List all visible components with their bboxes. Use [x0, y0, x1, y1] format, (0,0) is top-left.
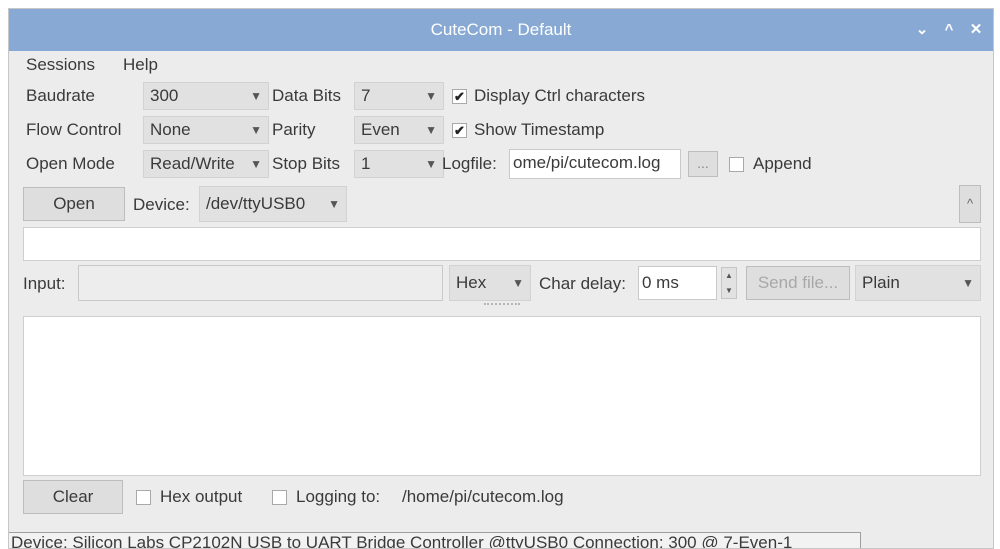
chevron-down-icon: ▼ [250, 89, 262, 103]
collapse-settings-button[interactable]: ^ [959, 185, 981, 223]
stop-bits-label: Stop Bits [272, 154, 341, 173]
chevron-down-icon: ▼ [250, 157, 262, 171]
device-value: /dev/ttyUSB0 [206, 194, 306, 213]
append-checkbox[interactable] [729, 157, 744, 172]
open-mode-select[interactable]: Read/Write ▼ [143, 150, 269, 178]
logfile-input[interactable]: ome/pi/cutecom.log [509, 149, 681, 179]
protocol-select[interactable]: Plain ▼ [855, 265, 981, 301]
clear-button[interactable]: Clear [23, 480, 123, 514]
maximize-icon[interactable]: ^ [938, 9, 960, 51]
splitter-handle[interactable] [484, 303, 520, 309]
logging-label: Logging to: [296, 487, 381, 506]
menu-help[interactable]: Help [123, 54, 158, 76]
device-select[interactable]: /dev/ttyUSB0 ▼ [199, 186, 347, 222]
chevron-down-icon: ▼ [962, 276, 974, 290]
open-button[interactable]: Open [23, 187, 125, 221]
device-label: Device: [133, 195, 190, 214]
baudrate-value: 300 [150, 86, 179, 105]
chevron-down-icon: ▼ [425, 89, 437, 103]
chevron-down-icon: ▼ [328, 197, 340, 211]
display-ctrl-checkbox[interactable]: ✔ [452, 89, 467, 104]
char-delay-label: Char delay: [539, 274, 626, 293]
send-file-button[interactable]: Send file... [746, 266, 850, 300]
output-area[interactable] [23, 316, 981, 476]
stop-bits-value: 1 [361, 154, 371, 173]
chevron-down-icon: ▼ [425, 123, 437, 137]
window-title: CuteCom - Default [430, 20, 572, 39]
chevron-down-icon: ▼ [512, 276, 524, 290]
menu-bar: Sessions Help [9, 51, 993, 79]
display-ctrl-label: Display Ctrl characters [474, 86, 645, 105]
parity-label: Parity [272, 120, 316, 139]
open-mode-label: Open Mode [26, 154, 115, 173]
data-bits-select[interactable]: 7 ▼ [354, 82, 444, 110]
logfile-label: Logfile: [442, 154, 497, 173]
input-field[interactable] [78, 265, 443, 301]
char-delay-input[interactable]: 0 ms [638, 266, 717, 300]
chevron-down-icon: ▼ [425, 157, 437, 171]
protocol-value: Plain [862, 273, 900, 292]
data-bits-label: Data Bits [272, 86, 341, 105]
spin-down-icon[interactable]: ▼ [722, 283, 736, 298]
stop-bits-select[interactable]: 1 ▼ [354, 150, 444, 178]
flow-control-select[interactable]: None ▼ [143, 116, 269, 144]
input-format-select[interactable]: Hex ▼ [449, 265, 531, 301]
menu-sessions[interactable]: Sessions [26, 54, 95, 76]
hex-output-label: Hex output [160, 487, 243, 506]
flow-control-label: Flow Control [26, 120, 122, 139]
hex-output-checkbox[interactable] [136, 490, 151, 505]
parity-value: Even [361, 120, 400, 139]
spin-up-icon[interactable]: ▲ [722, 268, 736, 283]
parity-select[interactable]: Even ▼ [354, 116, 444, 144]
status-bar: Device: Silicon Labs CP2102N USB to UART… [9, 532, 861, 548]
char-delay-spinner[interactable]: ▲ ▼ [721, 267, 737, 299]
input-format-value: Hex [456, 273, 487, 292]
baudrate-select[interactable]: 300 ▼ [143, 82, 269, 110]
input-label: Input: [23, 274, 66, 293]
minimize-icon[interactable]: ⌄ [911, 9, 933, 51]
cutecom-window: CuteCom - Default ⌄ ^ ✕ Sessions Help Ba… [8, 8, 994, 549]
flow-control-value: None [150, 120, 191, 139]
chevron-down-icon: ▼ [250, 123, 262, 137]
command-history-panel[interactable] [23, 227, 981, 261]
show-timestamp-label: Show Timestamp [474, 120, 605, 139]
logging-checkbox[interactable] [272, 490, 287, 505]
open-mode-value: Read/Write [150, 154, 235, 173]
append-label: Append [753, 154, 812, 173]
title-bar[interactable]: CuteCom - Default ⌄ ^ ✕ [9, 9, 993, 51]
close-icon[interactable]: ✕ [965, 9, 987, 51]
show-timestamp-checkbox[interactable]: ✔ [452, 123, 467, 138]
logging-path: /home/pi/cutecom.log [402, 487, 564, 506]
browse-logfile-button[interactable]: ... [688, 151, 718, 177]
data-bits-value: 7 [361, 86, 371, 105]
baudrate-label: Baudrate [26, 86, 95, 105]
